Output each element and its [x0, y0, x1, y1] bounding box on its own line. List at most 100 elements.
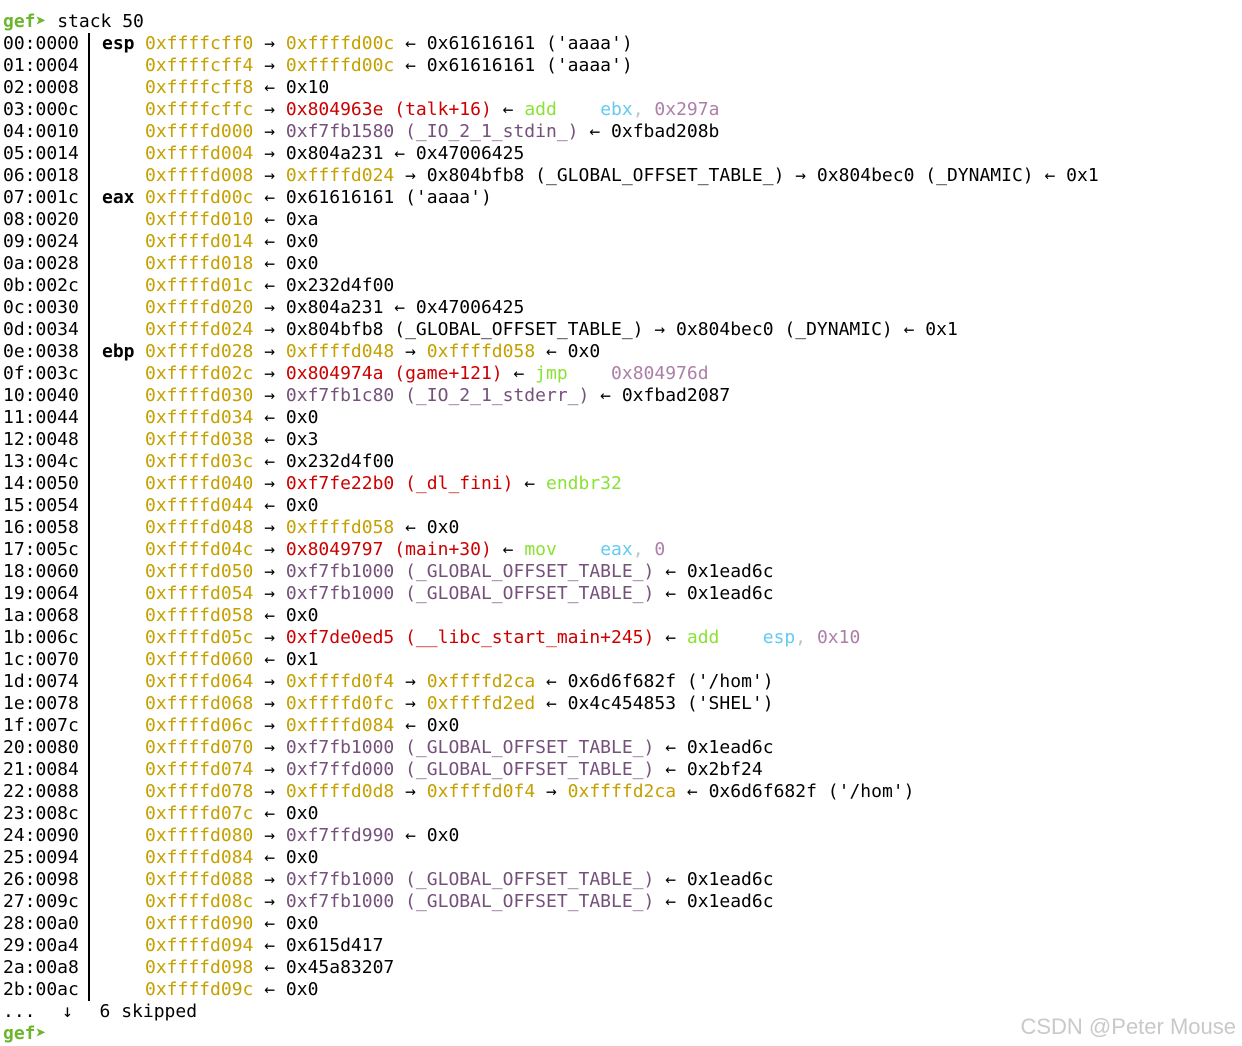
gef-prompt-final: gef➤	[3, 1023, 47, 1044]
stack-offset: 21:0084	[3, 759, 79, 780]
stack-row: 0d:0034 0xffffd024 → 0x804bfb8 (_GLOBAL_O…	[3, 319, 1099, 341]
value-text: ←	[253, 209, 286, 230]
value-text: ←	[253, 935, 286, 956]
stack-address: 0xffffd06c	[145, 715, 254, 736]
stack-address: 0xffffd05c	[145, 627, 254, 648]
value-text: 0x0	[426, 517, 460, 538]
value-text: ←	[589, 385, 622, 406]
stack-address: 0xffffcff0	[145, 33, 254, 54]
column-separator	[88, 341, 102, 363]
value-text: ←	[394, 715, 427, 736]
stack-offset: 2a:00a8	[3, 957, 79, 978]
skip-line: ... ↓ 6 skipped	[3, 1001, 1099, 1023]
stack-row: 1a:0068 0xffffd058 ← 0x0	[3, 605, 1099, 627]
value-text: →	[394, 341, 427, 362]
value-text: ←	[253, 803, 286, 824]
column-separator	[88, 165, 102, 187]
stack-address: 0xffffcffc	[145, 99, 254, 120]
stack-offset: 28:00a0	[3, 913, 79, 934]
stack-row: 19:0064 0xffffd054 → 0xf7fb1000 (_GLOBAL_…	[3, 583, 1099, 605]
value-text: →	[253, 363, 286, 384]
instruction: add	[686, 627, 720, 648]
stack-address: 0xffffd03c	[145, 451, 254, 472]
stack-row: 15:0054 0xffffd044 ← 0x0	[3, 495, 1099, 517]
gef-prompt: gef➤	[3, 11, 47, 32]
stack-offset: 01:0004	[3, 55, 79, 76]
column-separator	[88, 671, 102, 693]
stack-row: 17:005c 0xffffd04c → 0x8049797 (main+30) …	[3, 539, 1099, 561]
value-text: ←	[253, 187, 286, 208]
stack-address: 0xffffd084	[285, 715, 395, 736]
value-text: ←	[253, 429, 286, 450]
value-text: →	[253, 561, 286, 582]
register-marker: esp	[102, 33, 135, 54]
immediate-operand: 0x10	[816, 627, 861, 648]
value-text: ←	[253, 231, 286, 252]
column-separator	[88, 693, 102, 715]
data-pointer: 0xf7fb1000 (_GLOBAL_OFFSET_TABLE_)	[285, 737, 655, 758]
stack-row: 1f:007c 0xffffd06c → 0xffffd084 ← 0x0	[3, 715, 1099, 737]
stack-row: 22:0088 0xffffd078 → 0xffffd0d8 → 0xffffd…	[3, 781, 1099, 803]
column-separator	[88, 121, 102, 143]
column-separator	[88, 935, 102, 957]
stack-address: 0xffffd018	[145, 253, 254, 274]
stack-address: 0xffffd068	[145, 693, 254, 714]
immediate-operand: 0x297a	[654, 99, 720, 120]
final-prompt-line[interactable]: gef➤	[3, 1023, 1099, 1045]
stack-address: 0xffffd0f4	[285, 671, 395, 692]
value-text: →	[253, 671, 286, 692]
column-separator	[88, 649, 102, 671]
stack-offset: 1f:007c	[3, 715, 79, 736]
immediate-operand: 0	[654, 539, 666, 560]
value-text: ←	[253, 275, 286, 296]
stack-offset: 19:0064	[3, 583, 79, 604]
value-text: 0x0	[426, 825, 460, 846]
stack-row: 04:0010 0xffffd000 → 0xf7fb1580 (_IO_2_1_…	[3, 121, 1099, 143]
stack-row: 0e:0038 ebp 0xffffd028 → 0xffffd048 → 0xff…	[3, 341, 1099, 363]
value-text: 0xfbad208b	[611, 121, 720, 142]
column-separator	[88, 385, 102, 407]
stack-offset: 07:001c	[3, 187, 79, 208]
stack-row: 13:004c 0xffffd03c ← 0x232d4f00	[3, 451, 1099, 473]
terminal[interactable]: gef➤ stack 50 00:0000 esp 0xffffcff0 → 0xf…	[3, 11, 1099, 1045]
value-text: →	[253, 341, 286, 362]
value-text: 0x804bfb8 (_GLOBAL_OFFSET_TABLE_) → 0x80…	[426, 165, 1099, 186]
column-separator	[88, 319, 102, 341]
stack-address: 0xffffd07c	[145, 803, 254, 824]
column-separator	[88, 759, 102, 781]
stack-row: 14:0050 0xffffd040 → 0xf7fe22b0 (_dl_fini…	[3, 473, 1099, 495]
stack-address: 0xffffd078	[145, 781, 254, 802]
stack-address: 0xffffd000	[145, 121, 254, 142]
stack-row: 20:0080 0xffffd070 → 0xf7fb1000 (_GLOBAL_…	[3, 737, 1099, 759]
value-text: ,	[795, 627, 817, 648]
value-text: 0x615d417	[285, 935, 384, 956]
stack-offset: 0b:002c	[3, 275, 79, 296]
value-text: ,	[632, 539, 655, 560]
down-arrow-icon: ↓	[62, 1001, 73, 1022]
stack-address: 0xffffd040	[145, 473, 254, 494]
value-text: →	[253, 473, 286, 494]
value-text: 0x232d4f00	[285, 275, 395, 296]
stack-address: 0xffffd030	[145, 385, 254, 406]
stack-address: 0xffffd02c	[145, 363, 254, 384]
value-text: →	[253, 539, 286, 560]
stack-address: 0xffffd084	[145, 847, 254, 868]
value-text: →	[253, 737, 286, 758]
column-separator	[88, 715, 102, 737]
data-pointer: 0xf7ffd990	[285, 825, 395, 846]
column-separator	[88, 495, 102, 517]
value-text: 0x0	[285, 231, 319, 252]
value-text: ←	[535, 341, 568, 362]
stack-row: 07:001c eax 0xffffd00c ← 0x61616161 ('aaaa…	[3, 187, 1099, 209]
value-text: →	[253, 825, 286, 846]
stack-row: 1b:006c 0xffffd05c → 0xf7de0ed5 (__libc_s…	[3, 627, 1099, 649]
value-text: ←	[502, 363, 536, 384]
value-text: ←	[676, 781, 709, 802]
instruction: add	[524, 99, 557, 120]
value-text: ←	[394, 33, 427, 54]
value-text: ←	[253, 77, 286, 98]
stack-address: 0xffffd058	[426, 341, 536, 362]
value-text: ←	[654, 737, 687, 758]
stack-row: 2a:00a8 0xffffd098 ← 0x45a83207	[3, 957, 1099, 979]
column-separator	[88, 451, 102, 473]
